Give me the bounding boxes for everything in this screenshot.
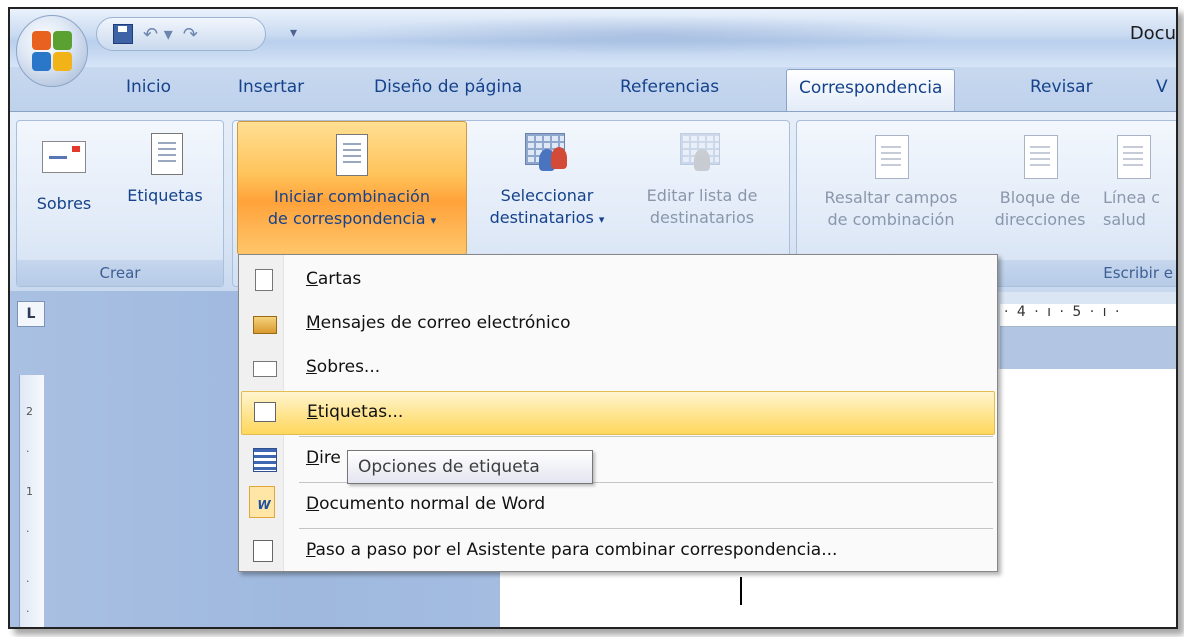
seleccionar-line1: Seleccionar (500, 186, 594, 205)
window-title: Docu (1129, 23, 1176, 44)
chevron-down-icon: ▾ (430, 214, 437, 227)
labels-icon (146, 129, 183, 175)
menu-item-key: S (306, 357, 317, 377)
menu-item-key: M (306, 313, 321, 333)
document-icon (255, 269, 273, 291)
iniciar-line1: Iniciar combinación (274, 187, 430, 206)
tab-revisar[interactable]: Revisar (1030, 77, 1093, 97)
ruler-band (1000, 327, 1176, 369)
highlight-fields-icon (875, 135, 909, 179)
menu-item-label: obres... (316, 357, 381, 377)
tab-insertar[interactable]: Insertar (238, 77, 304, 97)
office-logo-icon (32, 31, 72, 71)
recipients-icon (525, 133, 569, 173)
word-doc-icon: W (257, 498, 271, 512)
menu-item-label: ensajes de correo electrónico (320, 313, 571, 333)
envelope-icon (253, 361, 277, 377)
quick-access-toolbar: ↶ ▾ ↷ (96, 17, 266, 51)
group-crear: Sobres Etiquetas Crear (16, 120, 224, 287)
menu-item-etiquetas[interactable]: Etiquetas... (241, 391, 995, 435)
editar-line2: destinatarios (649, 208, 755, 227)
editar-line1: Editar lista de (646, 186, 758, 205)
iniciar-line2: de correspondencia (267, 209, 426, 228)
tab-selector-button[interactable]: L (17, 301, 45, 327)
greeting-line-icon (1117, 135, 1151, 179)
address-block-icon (1024, 135, 1058, 179)
edit-list-icon (680, 133, 724, 173)
tab-referencias[interactable]: Referencias (620, 77, 719, 97)
tab-inicio[interactable]: Inicio (126, 77, 171, 97)
resaltar-line2: de combinación (827, 210, 955, 229)
horizontal-ruler: · 4 · ı · 5 · ı · (1000, 304, 1176, 327)
menu-item-asistente[interactable]: Paso a paso por el Asistente para combin… (241, 530, 993, 572)
menu-item-key: C (306, 269, 318, 289)
bloque-line1: Bloque de (999, 188, 1081, 207)
linea-line2: salud (1103, 210, 1146, 229)
chevron-down-icon: ▾ (598, 213, 605, 226)
title-bar: ↶ ▾ ↷ ▾ Docu (10, 9, 1176, 67)
menu-separator (299, 436, 993, 437)
sobres-label: Sobres (36, 194, 92, 213)
tab-correspondencia[interactable]: Correspondencia (786, 69, 956, 111)
mail-merge-icon (331, 130, 368, 176)
vertical-ruler: 2 · 1 · · · (19, 375, 44, 627)
labels-icon (254, 402, 276, 422)
menu-item-sobres[interactable]: Sobres... (241, 347, 993, 389)
bloque-direcciones-button[interactable]: Bloque de direcciones (985, 133, 1095, 231)
menu-item-label: tiquetas... (317, 402, 404, 422)
editar-lista-button[interactable]: Editar lista de destinatarios (627, 133, 777, 229)
resaltar-line1: Resaltar campos (824, 188, 958, 207)
iniciar-combinacion-button[interactable]: Iniciar combinación de correspondencia ▾ (237, 121, 467, 255)
sobres-button[interactable]: Sobres (27, 133, 101, 215)
directory-icon (253, 448, 277, 472)
menu-separator (299, 528, 993, 529)
menu-item-mensajes-correo[interactable]: Mensajes de correo electrónico (241, 303, 993, 345)
menu-item-label: ocumento normal de Word (319, 494, 546, 514)
resaltar-campos-button[interactable]: Resaltar campos de combinación (803, 133, 979, 231)
iniciar-combinacion-menu: Cartas Mensajes de correo electrónico So… (238, 254, 998, 572)
bloque-line2: direcciones (994, 210, 1086, 229)
menu-item-label: ire (319, 448, 341, 468)
seleccionar-line2: destinatarios (489, 208, 594, 227)
word-window: ↶ ▾ ↷ ▾ Docu Inicio Insertar Diseño de p… (8, 7, 1178, 629)
menu-item-key: P (306, 540, 316, 560)
linea-saludo-button[interactable]: Línea c salud (1103, 133, 1176, 231)
ribbon-tabs: Inicio Insertar Diseño de página Referen… (10, 67, 1176, 111)
menu-item-key: D (306, 448, 320, 468)
tooltip: Opciones de etiqueta (347, 450, 593, 484)
group-crear-label: Crear (17, 260, 223, 286)
text-cursor (740, 577, 742, 605)
wizard-icon (253, 540, 273, 562)
redo-icon[interactable]: ↷ (183, 24, 198, 45)
menu-item-documento-normal[interactable]: W Documento normal de Word (241, 484, 993, 526)
email-icon (253, 316, 277, 334)
menu-item-label: aso a paso por el Asistente para combina… (315, 540, 838, 560)
tab-vista[interactable]: V (1156, 77, 1168, 97)
seleccionar-destinatarios-button[interactable]: Seleccionar destinatarios ▾ (473, 133, 621, 231)
linea-line1: Línea c (1103, 188, 1161, 207)
menu-item-key: E (307, 402, 318, 422)
tab-diseno-de-pagina[interactable]: Diseño de página (374, 77, 522, 97)
menu-item-key: D (306, 494, 320, 514)
office-button[interactable] (16, 15, 88, 87)
envelope-icon (42, 141, 86, 173)
etiquetas-button[interactable]: Etiquetas (113, 129, 217, 207)
undo-icon[interactable]: ↶ ▾ (143, 24, 173, 45)
etiquetas-label: Etiquetas (127, 186, 203, 205)
menu-item-cartas[interactable]: Cartas (241, 259, 993, 301)
save-icon[interactable] (113, 24, 133, 44)
menu-item-label: artas (317, 269, 362, 289)
customize-toolbar-button[interactable]: ▾ (290, 25, 297, 41)
